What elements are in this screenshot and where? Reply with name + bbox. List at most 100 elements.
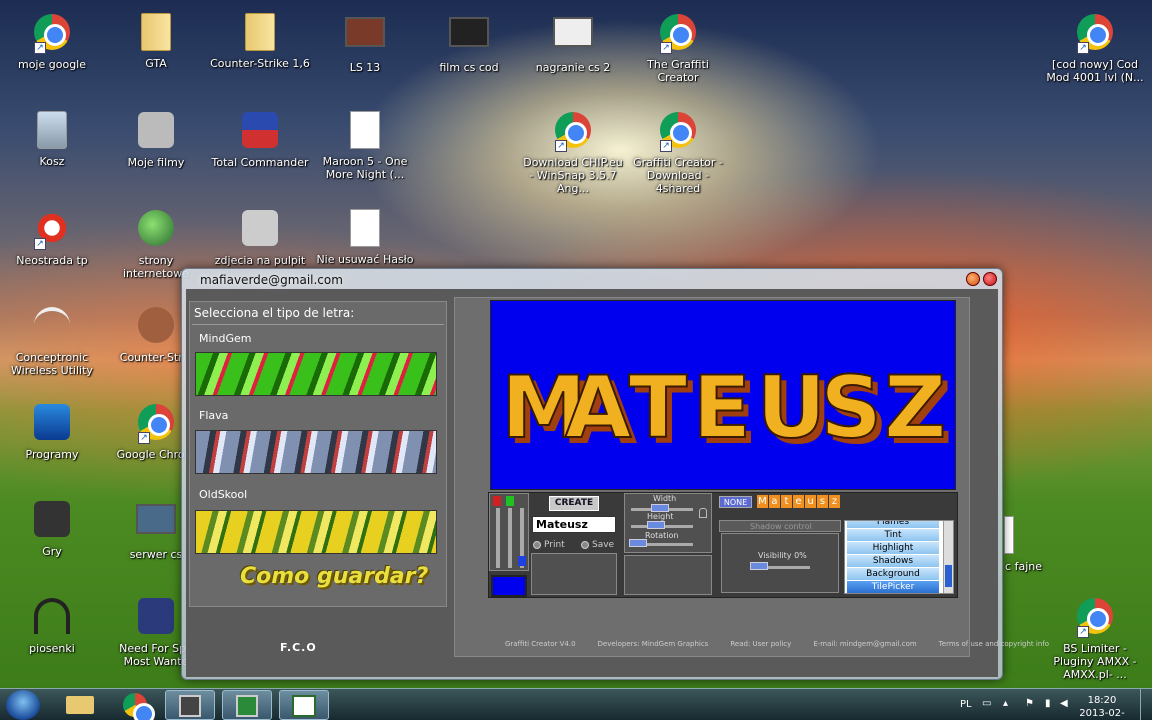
shadow-control-label: Shadow control — [750, 522, 812, 531]
graffiti-creator-window: mafiaverde@gmail.com Selecciona el tipo … — [181, 268, 1049, 680]
volume-icon[interactable]: ◀ — [1060, 698, 1068, 709]
letter-m[interactable]: M — [757, 495, 768, 508]
app-footer: Graffiti Creator V4.0 Developers: MindGe… — [505, 640, 1049, 648]
list-item[interactable]: Tint — [847, 529, 939, 541]
folder-icon — [66, 696, 94, 714]
app-icon — [179, 695, 201, 717]
height-knob[interactable] — [647, 521, 665, 529]
scrollbar[interactable] — [943, 521, 953, 593]
color-preview — [491, 575, 527, 597]
width-knob[interactable] — [651, 504, 669, 512]
green-slider[interactable] — [508, 508, 512, 568]
taskbar-app-1[interactable] — [165, 690, 215, 720]
close-button[interactable] — [983, 272, 997, 286]
desktop-icon-gta[interactable]: GTA — [106, 12, 206, 70]
create-button[interactable]: CREATE — [549, 496, 599, 511]
width-label: Width — [653, 494, 677, 503]
desktop-icon-film-cs-cod[interactable]: film cs cod — [419, 12, 519, 74]
graffiti-letter: S — [820, 358, 882, 458]
footer-terms-link[interactable]: Terms of use and copyright info — [939, 640, 1049, 648]
none-button[interactable]: NONE — [719, 496, 752, 508]
rotation-knob[interactable] — [629, 539, 647, 547]
globe-icon — [138, 210, 174, 246]
desktop-icon-neostrada[interactable]: ↗ Neostrada tp — [2, 208, 102, 267]
floppy-icon — [242, 112, 278, 148]
print-option[interactable]: Print — [533, 540, 565, 550]
minimize-button[interactable] — [966, 272, 980, 286]
graffiti-letter: E — [693, 358, 752, 458]
letter-a[interactable]: a — [769, 495, 780, 508]
letter-u[interactable]: u — [805, 495, 816, 508]
red-slider[interactable] — [496, 508, 500, 568]
desktop-icon-moje-google[interactable]: ↗ moje google — [2, 12, 102, 71]
desktop-icon-bs-limiter[interactable]: ↗ BS Limiter - Pluginy AMXX - AMXX.pl- ..… — [1045, 596, 1145, 681]
tray-network-icon[interactable]: ▭ — [982, 698, 991, 709]
scrollbar-thumb[interactable] — [945, 565, 952, 587]
laptop-icon — [34, 404, 70, 440]
desktop-icon-gry[interactable]: Gry — [2, 499, 102, 558]
shadow-control-bar: Shadow control — [719, 520, 841, 532]
app-icon — [236, 695, 258, 717]
desktop-icon-moje-filmy[interactable]: Moje filmy — [106, 110, 206, 169]
video-thumb-icon — [449, 17, 489, 47]
visibility-knob[interactable] — [750, 562, 768, 570]
taskbar-explorer[interactable] — [55, 690, 105, 720]
font-option-oldskool[interactable] — [195, 510, 437, 554]
letter-z[interactable]: z — [829, 495, 840, 508]
footer-email[interactable]: E-mail: mindgem@gmail.com — [813, 640, 916, 648]
graffiti-letter: U — [756, 358, 826, 458]
red-swatch — [493, 496, 501, 506]
letter-e[interactable]: e — [793, 495, 804, 508]
desktop-icon-graffiti-creator[interactable]: ↗ The Graffiti Creator — [628, 12, 728, 84]
list-item[interactable]: Flames — [847, 521, 939, 528]
blue-knob[interactable] — [518, 556, 526, 566]
tray-chevron-icon[interactable]: ▴ — [1003, 698, 1008, 709]
font-selector-panel: Selecciona el tipo de letra: MindGem Fla… — [189, 301, 447, 607]
graffiti-letter: T — [629, 358, 688, 458]
taskbar-graffiti[interactable] — [279, 690, 329, 720]
taskbar-chrome[interactable] — [110, 690, 160, 720]
graffiti-canvas[interactable]: MMAATTEEUUSSZZ — [490, 300, 956, 490]
font-option-flava[interactable] — [195, 430, 437, 474]
taskbar: PL ▭ ▴ ⚑ ▮ ◀ — [0, 688, 1152, 720]
network-icon[interactable]: ▮ — [1045, 698, 1051, 709]
clock[interactable]: 18:20 2013-02-21 — [1076, 694, 1128, 720]
lock-icon[interactable] — [699, 508, 707, 518]
desktop-icon-maroon5[interactable]: Maroon 5 - One More Night (... — [315, 110, 415, 181]
controls-panel: CREATE Mateusz Print Save Width Height R… — [488, 492, 958, 598]
desktop-icon-kosz[interactable]: Kosz — [2, 110, 102, 168]
taskbar-app-2[interactable] — [222, 690, 272, 720]
desktop-icon-zdjecia[interactable]: zdjecia na pulpit — [210, 208, 310, 267]
letter-t[interactable]: t — [781, 495, 792, 508]
show-desktop-button[interactable] — [1140, 688, 1152, 720]
desktop-icon-piosenki[interactable]: piosenki — [2, 596, 102, 655]
list-item[interactable]: Background — [847, 568, 939, 580]
name-input[interactable]: Mateusz — [532, 516, 616, 533]
list-item[interactable]: Highlight — [847, 542, 939, 554]
language-indicator[interactable]: PL — [960, 699, 972, 710]
headphones-icon — [34, 598, 70, 634]
letter-s[interactable]: s — [817, 495, 828, 508]
start-button[interactable] — [6, 690, 40, 720]
desktop-icon-graffiti-4shared[interactable]: ↗ Graffiti Creator - Download - 4shared — [628, 110, 728, 195]
how-to-save-link[interactable]: Como guardar? — [240, 564, 428, 589]
list-item[interactable]: Shadows — [847, 555, 939, 567]
desktop-icon-conceptronic[interactable]: Conceptronic Wireless Utility — [2, 305, 102, 377]
desktop-icon-nie-usuwac[interactable]: Nie usuwać Hasło — [315, 208, 415, 266]
radio-icon — [533, 540, 541, 549]
visibility-pane: Visibility 0% — [721, 533, 839, 593]
desktop-icon-download-chip[interactable]: ↗ Download CHIP.eu - WinSnap 3.5.7 Ang... — [523, 110, 623, 195]
desktop-icon-nagranie-cs[interactable]: nagranie cs 2 — [523, 12, 623, 74]
camera-icon — [242, 210, 278, 246]
footer-policy-link[interactable]: Read: User policy — [730, 640, 791, 648]
desktop-icon-cod-mod[interactable]: ↗ [cod nowy] Cod Mod 4001 lvl (N... — [1045, 12, 1145, 84]
desktop-icon-ls13[interactable]: LS 13 — [315, 12, 415, 74]
desktop-icon-total-commander[interactable]: Total Commander — [210, 110, 310, 169]
save-option[interactable]: Save — [581, 540, 614, 550]
desktop-icon-programy[interactable]: Programy — [2, 402, 102, 461]
list-item-selected[interactable]: TilePicker — [847, 581, 939, 593]
flag-icon[interactable]: ⚑ — [1025, 698, 1034, 709]
desktop-icon-counter-strike[interactable]: Counter-Strike 1,6 — [210, 12, 310, 70]
font-option-mindgem[interactable] — [195, 352, 437, 396]
footer-developers: Developers: MindGem Graphics — [597, 640, 709, 648]
